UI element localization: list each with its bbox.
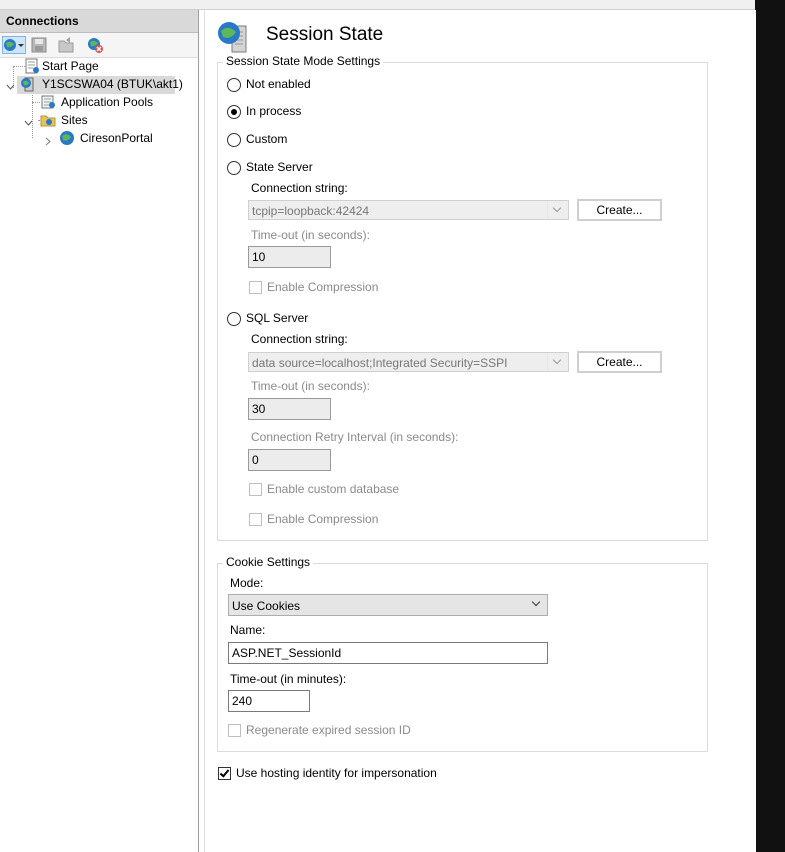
sql-timeout-value: 30 bbox=[252, 402, 266, 416]
tree-line bbox=[32, 102, 40, 103]
sql-compression-checkbox[interactable] bbox=[249, 513, 262, 526]
session-state-icon bbox=[216, 20, 252, 54]
connections-toolbar bbox=[0, 33, 198, 58]
mode-settings-legend: Session State Mode Settings bbox=[223, 54, 384, 68]
cookie-timeout-input[interactable]: 240 bbox=[228, 690, 310, 712]
tree-item-start-page[interactable]: Start Page bbox=[42, 58, 99, 74]
label-custom: Custom bbox=[246, 132, 288, 146]
sql-custom-db-label: Enable custom database bbox=[267, 482, 400, 496]
sql-retry-input[interactable]: 0 bbox=[248, 449, 331, 471]
cookie-mode-label: Mode: bbox=[230, 576, 264, 590]
state-server-compression-checkbox[interactable] bbox=[249, 281, 262, 294]
label-state-server: State Server bbox=[246, 160, 313, 174]
cookie-mode-select[interactable]: Use Cookies bbox=[228, 594, 548, 616]
connections-title: Connections bbox=[6, 14, 79, 28]
app-pools-icon bbox=[40, 94, 56, 110]
regenerate-session-label: Regenerate expired session ID bbox=[246, 723, 411, 737]
regenerate-session-checkbox[interactable] bbox=[228, 724, 241, 737]
label-sql-server: SQL Server bbox=[246, 311, 309, 325]
sql-conn-value: data source=localhost;Integrated Securit… bbox=[252, 356, 508, 370]
radio-sql-server[interactable] bbox=[227, 312, 241, 326]
connections-pane: Connections Start Page Y1SCSWA04 (BTUK\a… bbox=[0, 10, 199, 852]
chevron-down-icon[interactable] bbox=[547, 201, 568, 219]
chevron-down-icon[interactable] bbox=[24, 116, 33, 126]
state-server-conn-value: tcpip=loopback:42424 bbox=[252, 204, 370, 218]
connections-header: Connections bbox=[0, 10, 198, 33]
chevron-right-icon[interactable] bbox=[45, 135, 52, 146]
page-title: Session State bbox=[266, 24, 384, 45]
sql-compression-label: Enable Compression bbox=[267, 512, 379, 526]
server-icon bbox=[20, 76, 36, 92]
disconnect-icon[interactable] bbox=[86, 36, 104, 54]
radio-not-enabled[interactable] bbox=[227, 78, 241, 92]
label-in-process: In process bbox=[246, 104, 302, 118]
state-server-conn-label: Connection string: bbox=[251, 181, 348, 195]
label-not-enabled: Not enabled bbox=[246, 77, 311, 91]
radio-in-process[interactable] bbox=[227, 105, 241, 119]
sql-timeout-input[interactable]: 30 bbox=[248, 398, 331, 420]
tree-item-site-cireson-portal[interactable]: CiresonPortal bbox=[80, 130, 153, 146]
chevron-down-icon[interactable] bbox=[6, 80, 15, 90]
state-server-create-button[interactable]: Create... bbox=[577, 199, 662, 221]
state-server-conn-combo[interactable]: tcpip=loopback:42424 bbox=[248, 200, 569, 220]
sql-conn-combo[interactable]: data source=localhost;Integrated Securit… bbox=[248, 352, 569, 372]
sites-folder-icon bbox=[40, 112, 56, 128]
sql-create-button[interactable]: Create... bbox=[577, 351, 662, 373]
background-region bbox=[755, 0, 785, 852]
chevron-down-icon[interactable] bbox=[527, 595, 547, 613]
connect-globe-icon[interactable] bbox=[2, 36, 26, 54]
state-server-compression-label: Enable Compression bbox=[267, 280, 379, 294]
cookie-timeout-value: 240 bbox=[232, 694, 253, 708]
website-globe-icon bbox=[59, 130, 75, 146]
tree-item-sites[interactable]: Sites bbox=[61, 112, 88, 128]
sql-retry-value: 0 bbox=[252, 453, 259, 467]
cookie-name-input[interactable]: ASP.NET_SessionId bbox=[228, 642, 548, 664]
sql-conn-label: Connection string: bbox=[251, 332, 348, 346]
tree-line bbox=[32, 92, 33, 138]
impersonation-label: Use hosting identity for impersonation bbox=[236, 766, 437, 780]
title-bar-strip bbox=[0, 0, 755, 10]
tree-item-server[interactable]: Y1SCSWA04 (BTUK\akt1) bbox=[42, 76, 183, 92]
state-server-timeout-label: Time-out (in seconds): bbox=[251, 228, 370, 242]
impersonation-checkbox[interactable] bbox=[218, 767, 231, 780]
radio-custom[interactable] bbox=[227, 133, 241, 147]
tree-item-app-pools[interactable]: Application Pools bbox=[61, 94, 153, 110]
sql-retry-label: Connection Retry Interval (in seconds): bbox=[251, 430, 459, 444]
cookie-name-value: ASP.NET_SessionId bbox=[232, 646, 342, 660]
save-icon[interactable] bbox=[30, 36, 48, 54]
state-server-timeout-value: 10 bbox=[252, 250, 266, 264]
sql-custom-db-checkbox[interactable] bbox=[249, 483, 262, 496]
cookie-name-label: Name: bbox=[230, 623, 266, 637]
start-page-icon bbox=[24, 58, 40, 74]
state-server-timeout-input[interactable]: 10 bbox=[248, 246, 331, 268]
open-icon[interactable] bbox=[57, 36, 75, 54]
chevron-down-icon[interactable] bbox=[547, 353, 568, 371]
cookie-settings-legend: Cookie Settings bbox=[223, 555, 314, 569]
sql-timeout-label: Time-out (in seconds): bbox=[251, 379, 370, 393]
cookie-mode-value: Use Cookies bbox=[232, 599, 301, 613]
cookie-timeout-label: Time-out (in minutes): bbox=[230, 672, 347, 686]
radio-state-server[interactable] bbox=[227, 161, 241, 175]
